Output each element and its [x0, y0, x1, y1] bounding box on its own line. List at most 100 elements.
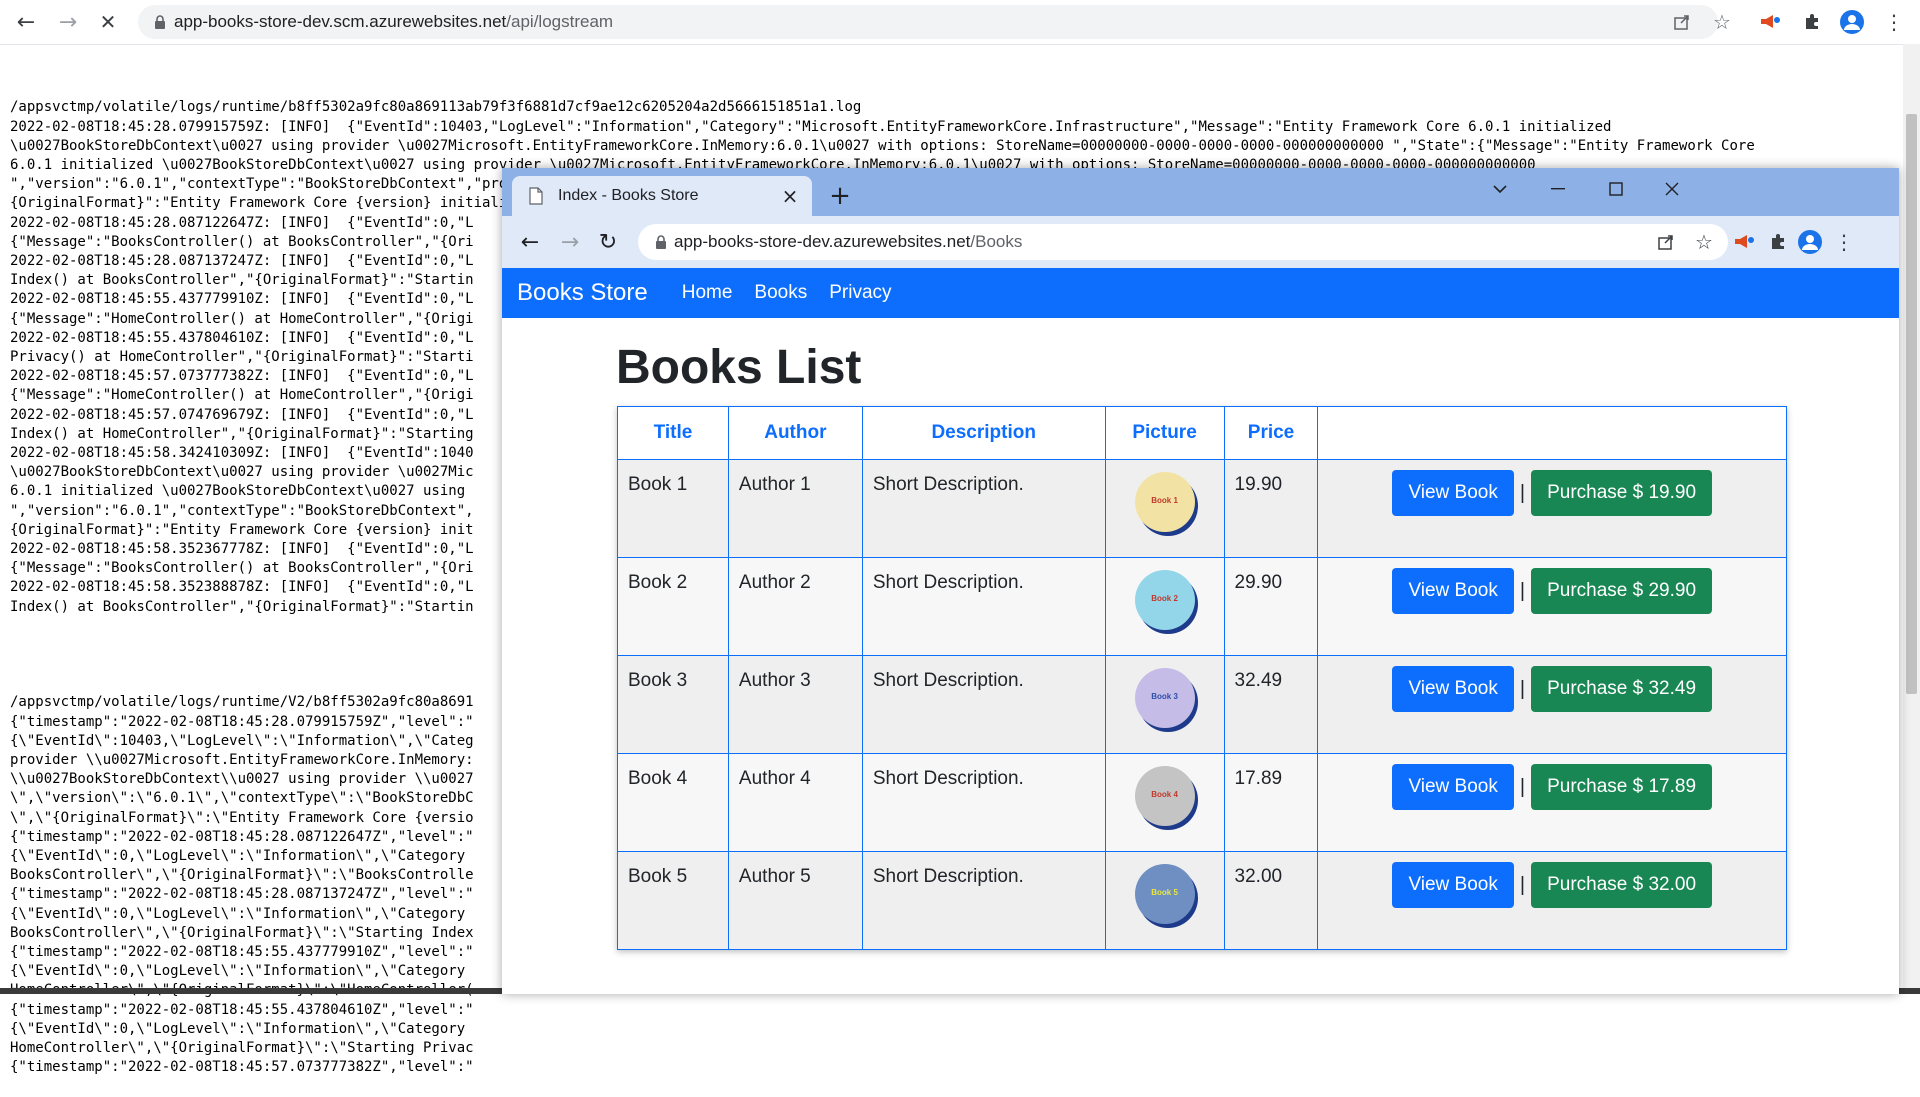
book-price: 32.00 — [1223, 851, 1319, 950]
log-line: 2022-02-08T18:45:28.079915759Z: [INFO] {… — [10, 118, 1612, 135]
books-table-body: Book 1 Author 1 Short Description. Book 1 19… — [617, 459, 1787, 950]
book-title: Book 2 — [617, 557, 729, 656]
column-header-description: Description — [861, 406, 1106, 460]
purchase-button[interactable]: Purchase $ 29.90 — [1531, 568, 1713, 614]
window-close-icon[interactable] — [1652, 174, 1692, 204]
book-cover-image: Book 3 — [1134, 668, 1195, 728]
megaphone-icon[interactable] — [1758, 10, 1782, 34]
book-cover-label: Book 4 — [1151, 790, 1178, 799]
nav-home[interactable]: Home — [682, 282, 733, 304]
book-author: Author 3 — [727, 655, 863, 754]
tab-close-icon[interactable]: × — [778, 184, 802, 208]
book-actions: View Book | Purchase $ 32.00 — [1317, 851, 1787, 950]
new-tab-plus-icon[interactable]: + — [824, 180, 856, 212]
reload-icon[interactable]: ↻ — [594, 228, 622, 256]
view-book-button[interactable]: View Book — [1392, 862, 1514, 908]
book-actions: View Book | Purchase $ 29.90 — [1317, 557, 1787, 656]
megaphone-icon[interactable] — [1732, 230, 1756, 254]
book-price: 17.89 — [1223, 753, 1319, 852]
book-picture-cell: Book 1 — [1104, 459, 1225, 558]
share-icon[interactable] — [1670, 10, 1694, 34]
book-author: Author 5 — [727, 851, 863, 950]
scrollbar-thumb[interactable] — [1906, 114, 1917, 694]
book-title: Book 4 — [617, 753, 729, 852]
minimize-icon[interactable] — [1538, 174, 1578, 204]
address-url: app-books-store-dev.scm.azurewebsites.ne… — [174, 12, 614, 31]
book-cover-label: Book 1 — [1151, 496, 1178, 505]
maximize-icon[interactable] — [1596, 174, 1636, 204]
log-line: \u0027BookStoreDbContext\u0027 using pro… — [10, 137, 1755, 154]
purchase-button[interactable]: Purchase $ 17.89 — [1531, 764, 1713, 810]
view-book-button[interactable]: View Book — [1392, 666, 1514, 712]
book-price: 19.90 — [1223, 459, 1319, 558]
profile-avatar-icon[interactable] — [1798, 230, 1822, 254]
book-price: 29.90 — [1223, 557, 1319, 656]
table-row: Book 2 Author 2 Short Description. Book 2 29… — [617, 557, 1787, 656]
book-author: Author 4 — [727, 753, 863, 852]
purchase-button[interactable]: Purchase $ 19.90 — [1531, 470, 1713, 516]
site-brand[interactable]: Books Store — [517, 279, 648, 307]
window-titlebar: Index - Books Store × + — [502, 168, 1899, 216]
log-line: {\"EventId\":0,\"LogLevel\":\"Informatio… — [10, 1020, 466, 1037]
browser-menu-icon[interactable]: ⋮ — [1882, 10, 1906, 34]
lock-icon — [648, 235, 674, 249]
stop-loading-icon[interactable]: ✕ — [94, 8, 122, 36]
book-title: Book 3 — [617, 655, 729, 754]
nav-books[interactable]: Books — [754, 282, 807, 304]
books-store-browser-window: Index - Books Store × + ← → ↻ app-books-… — [502, 168, 1899, 994]
address-url: app-books-store-dev.azurewebsites.net/Bo… — [674, 232, 1023, 251]
view-book-button[interactable]: View Book — [1392, 470, 1514, 516]
extensions-icon[interactable] — [1766, 230, 1790, 254]
book-cover-image: Book 4 — [1134, 766, 1195, 826]
book-cover-image: Book 5 — [1134, 864, 1195, 924]
tab-search-chevron-down-icon[interactable] — [1480, 174, 1520, 204]
address-bar[interactable]: app-books-store-dev.scm.azurewebsites.ne… — [138, 5, 1718, 39]
back-icon[interactable]: ← — [12, 8, 40, 36]
page-scrollbar[interactable] — [1903, 44, 1920, 994]
log-line: {"timestamp":"2022-02-08T18:45:55.437804… — [10, 1001, 474, 1018]
table-row: Book 3 Author 3 Short Description. Book 3 32… — [617, 655, 1787, 754]
view-book-button[interactable]: View Book — [1392, 568, 1514, 614]
column-header-title: Title — [617, 406, 729, 460]
book-description: Short Description. — [861, 459, 1106, 558]
table-row: Book 4 Author 4 Short Description. Book 4 17… — [617, 753, 1787, 852]
column-header-price: Price — [1223, 406, 1319, 460]
address-bar[interactable]: app-books-store-dev.azurewebsites.net/Bo… — [638, 224, 1728, 260]
log-line: HomeController\",\"{OriginalFormat}\":\"… — [10, 1039, 474, 1056]
back-icon[interactable]: ← — [516, 228, 544, 256]
book-actions: View Book | Purchase $ 19.90 — [1317, 459, 1787, 558]
book-description: Short Description. — [861, 753, 1106, 852]
book-cover-image: Book 2 — [1134, 570, 1195, 630]
purchase-button[interactable]: Purchase $ 32.49 — [1531, 666, 1713, 712]
book-picture-cell: Book 3 — [1104, 655, 1225, 754]
table-row: Book 5 Author 5 Short Description. Book 5 32… — [617, 851, 1787, 950]
action-separator: | — [1519, 677, 1526, 700]
browser-menu-icon[interactable]: ⋮ — [1832, 230, 1856, 254]
forward-icon[interactable]: → — [54, 8, 82, 36]
forward-icon[interactable]: → — [556, 228, 584, 256]
nav-privacy[interactable]: Privacy — [829, 282, 891, 304]
bookmark-star-icon[interactable]: ☆ — [1710, 10, 1734, 34]
action-separator: | — [1519, 481, 1526, 504]
purchase-button[interactable]: Purchase $ 32.00 — [1531, 862, 1713, 908]
book-price: 32.49 — [1223, 655, 1319, 754]
log-line: /appsvctmp/volatile/logs/runtime/b8ff530… — [10, 99, 862, 116]
page-title: Books List — [616, 341, 862, 394]
tab-books-store[interactable]: Index - Books Store × — [512, 176, 812, 216]
book-actions: View Book | Purchase $ 32.49 — [1317, 655, 1787, 754]
front-browser-toolbar: ← → ↻ app-books-store-dev.azurewebsites.… — [502, 216, 1899, 268]
share-icon[interactable] — [1654, 230, 1678, 254]
table-header-row: Title Author Description Picture Price — [617, 406, 1787, 460]
tab-title: Index - Books Store — [558, 187, 699, 204]
book-actions: View Book | Purchase $ 17.89 — [1317, 753, 1787, 852]
book-title: Book 1 — [617, 459, 729, 558]
background-browser-toolbar: ← → ✕ app-books-store-dev.scm.azurewebsi… — [0, 0, 1920, 45]
book-description: Short Description. — [861, 851, 1106, 950]
extensions-icon[interactable] — [1800, 10, 1824, 34]
profile-avatar-icon[interactable] — [1840, 10, 1864, 34]
book-cover-label: Book 3 — [1151, 692, 1178, 701]
column-header-actions — [1317, 406, 1787, 460]
bookmark-star-icon[interactable]: ☆ — [1692, 230, 1716, 254]
view-book-button[interactable]: View Book — [1392, 764, 1514, 810]
book-author: Author 1 — [727, 459, 863, 558]
